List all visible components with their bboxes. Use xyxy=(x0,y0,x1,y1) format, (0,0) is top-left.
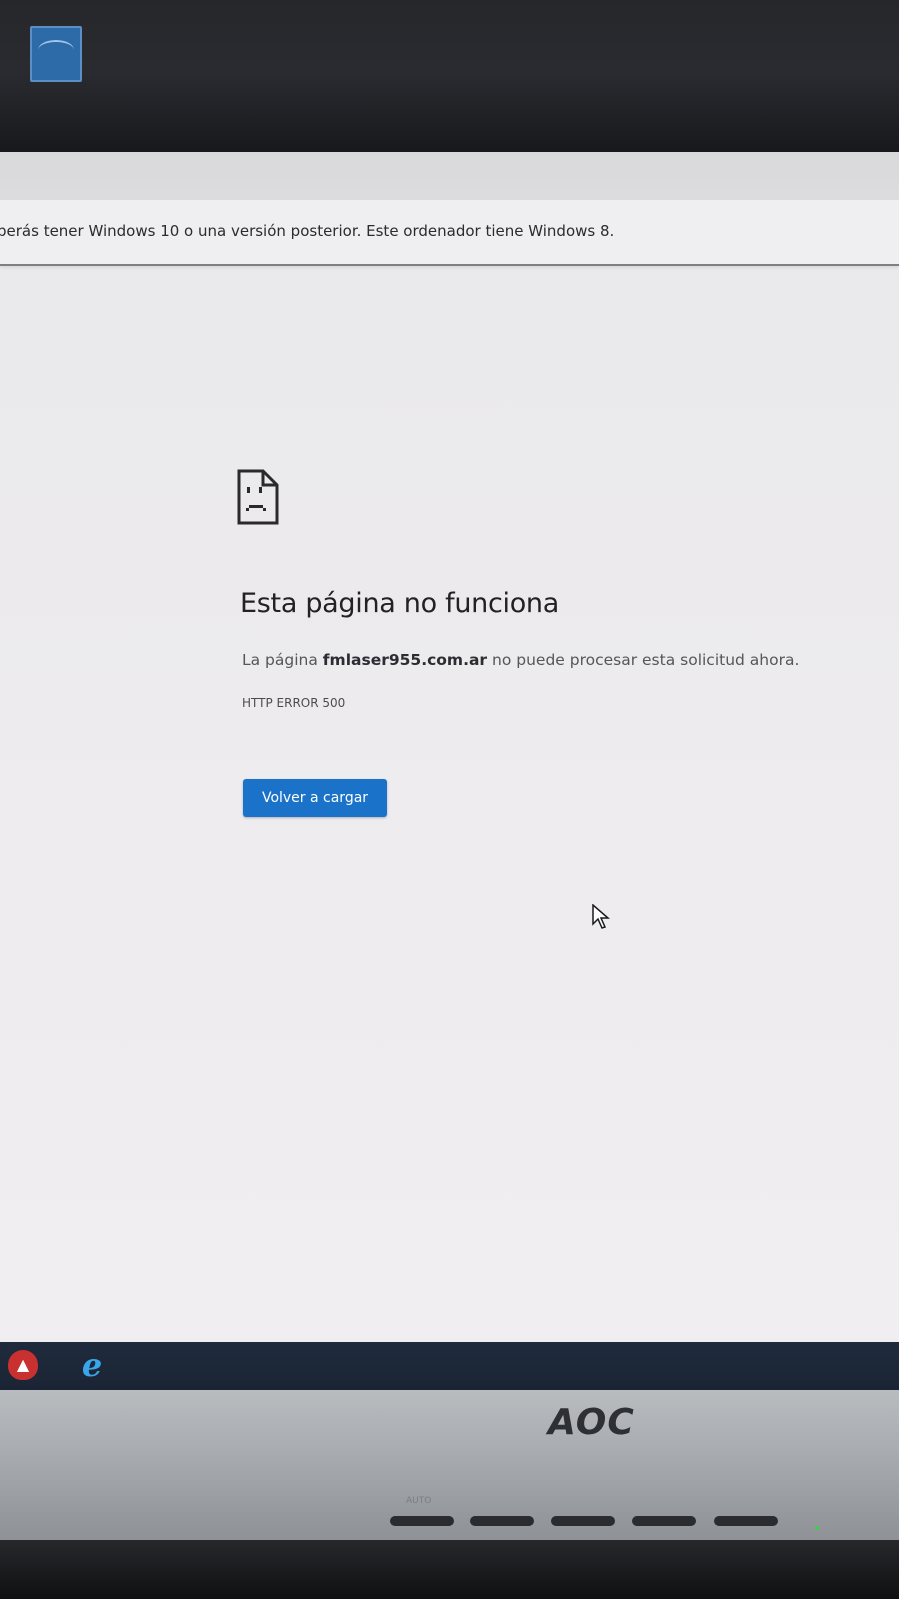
desk-surface xyxy=(0,1540,899,1599)
monitor-screen: berás tener Windows 10 o una versión pos… xyxy=(0,152,899,1360)
monitor-button-power[interactable] xyxy=(714,1516,778,1526)
error-domain: fmlaser955.com.ar xyxy=(322,651,488,669)
error-desc-suffix: no puede procesar esta solicitud ahora. xyxy=(487,651,800,669)
monitor-button-2[interactable] xyxy=(470,1516,534,1526)
monitor-button-menu[interactable] xyxy=(632,1516,696,1526)
monitor-top-bezel xyxy=(0,0,899,160)
taskbar: ▲ e xyxy=(0,1342,899,1390)
error-description: La página fmlaser955.com.ar no puede pro… xyxy=(242,651,799,669)
brave-browser-icon[interactable]: ▲ xyxy=(8,1350,38,1380)
error-desc-prefix: La página xyxy=(242,651,323,669)
monitor-bottom-bezel: AOC AUTO xyxy=(0,1390,899,1540)
sad-page-icon xyxy=(237,469,279,525)
brand-logo: AOC xyxy=(548,1402,635,1443)
error-title: Esta página no funciona xyxy=(240,588,559,619)
monitor-button-auto[interactable] xyxy=(390,1516,454,1526)
monitor-button-3[interactable] xyxy=(551,1516,615,1526)
power-led xyxy=(815,1526,819,1530)
energy-star-sticker xyxy=(30,26,82,82)
auto-button-label: AUTO xyxy=(406,1496,432,1506)
error-code: HTTP ERROR 500 xyxy=(242,696,346,710)
info-bar-message: berás tener Windows 10 o una versión pos… xyxy=(0,222,615,240)
internet-explorer-icon[interactable]: e xyxy=(75,1348,109,1382)
browser-info-bar: berás tener Windows 10 o una versión pos… xyxy=(0,200,899,266)
browser-toolbar xyxy=(0,152,899,201)
reload-button[interactable]: Volver a cargar xyxy=(243,779,387,817)
mouse-cursor-icon xyxy=(592,904,610,929)
